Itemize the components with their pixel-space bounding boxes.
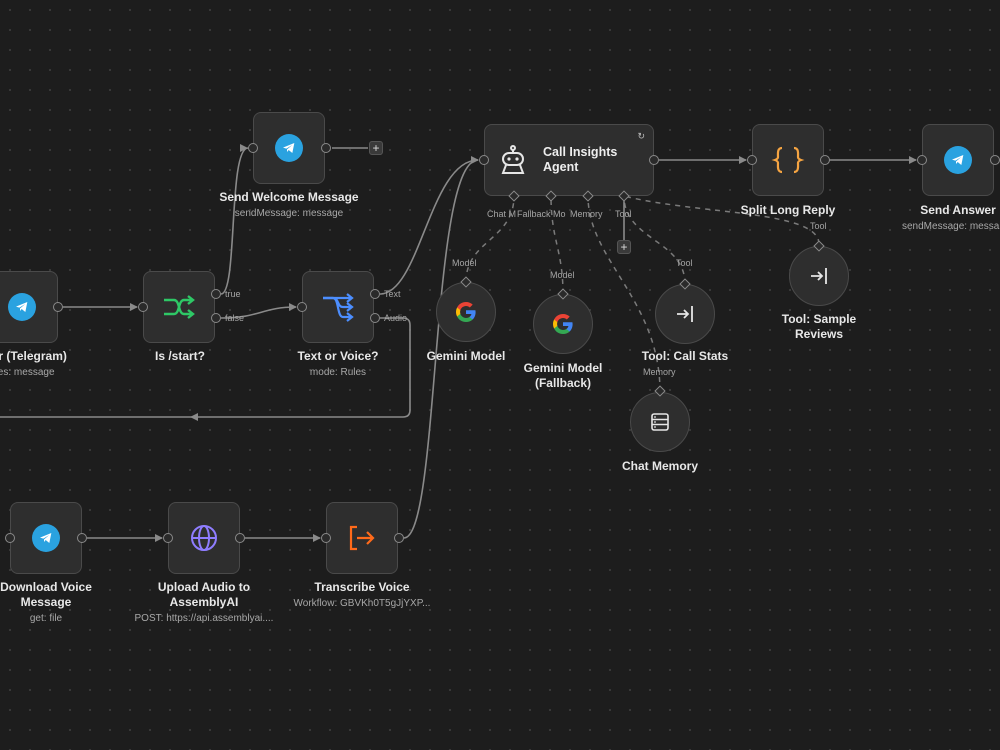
node-title: Tool: Call Stats bbox=[641, 349, 729, 363]
wire-text-agent[interactable] bbox=[379, 159, 479, 295]
node-subtitle: get: file bbox=[29, 613, 63, 624]
node-gemini-model[interactable] bbox=[436, 282, 496, 342]
node-telegram-trigger[interactable] bbox=[0, 271, 58, 343]
output-port-audio[interactable] bbox=[370, 313, 380, 323]
node-subtitle: POST: https://api.assemblyai.... bbox=[134, 613, 274, 624]
input-port[interactable] bbox=[479, 155, 489, 165]
node-transcribe-voice[interactable] bbox=[326, 502, 398, 574]
wire-true-welcome[interactable] bbox=[220, 147, 249, 295]
node-download-voice[interactable] bbox=[10, 502, 82, 574]
switch-icon bbox=[323, 293, 354, 322]
node-tool-call-stats[interactable] bbox=[655, 284, 715, 344]
port-label-memory: Memory bbox=[643, 367, 676, 377]
node-title: Call Insights Agent bbox=[543, 145, 618, 174]
output-port[interactable] bbox=[649, 155, 659, 165]
port-label-model: Model bbox=[550, 270, 575, 280]
node-subtitle: mode: Rules bbox=[309, 367, 367, 378]
node-tool-sample-reviews[interactable] bbox=[789, 246, 849, 306]
node-title: Chat Memory bbox=[621, 459, 698, 473]
output-port-false[interactable] bbox=[211, 313, 221, 323]
input-port[interactable] bbox=[297, 302, 307, 312]
tool-enter-icon bbox=[811, 268, 827, 284]
node-title: Is /start? bbox=[154, 349, 205, 363]
output-port[interactable] bbox=[990, 155, 1000, 165]
arrow-head bbox=[190, 413, 198, 421]
wire-callstats-agent[interactable] bbox=[623, 195, 686, 285]
node-title: Download Voice Message bbox=[0, 580, 92, 609]
node-title: Tool: Sample Reviews bbox=[781, 312, 857, 341]
input-port[interactable] bbox=[321, 533, 331, 543]
add-tool-button[interactable]: + bbox=[617, 240, 631, 254]
node-split-long-reply[interactable] bbox=[752, 124, 824, 196]
input-port[interactable] bbox=[248, 143, 258, 153]
node-title: Upload Audio to AssemblyAI bbox=[157, 580, 251, 609]
node-subtitle: ates: message bbox=[0, 367, 55, 378]
input-port[interactable] bbox=[917, 155, 927, 165]
port-label-tool: Tool bbox=[810, 221, 827, 231]
port-label-tool: Tool bbox=[676, 258, 693, 268]
globe-icon bbox=[191, 525, 217, 551]
input-port[interactable] bbox=[5, 533, 15, 543]
port-label-memory: Memory bbox=[570, 209, 603, 219]
node-text-or-voice[interactable] bbox=[302, 271, 374, 343]
output-label-false: false bbox=[225, 313, 245, 323]
output-port[interactable] bbox=[321, 143, 331, 153]
node-chat-memory[interactable] bbox=[630, 392, 690, 452]
node-call-insights-agent[interactable]: Call Insights Agent ↻ bbox=[484, 124, 654, 196]
arrow-head bbox=[739, 156, 747, 164]
arrow-head bbox=[130, 303, 138, 311]
tool-enter-icon bbox=[677, 306, 693, 322]
node-send-answer[interactable] bbox=[922, 124, 994, 196]
telegram-icon bbox=[32, 524, 60, 552]
google-icon bbox=[553, 314, 573, 334]
refresh-icon[interactable]: ↻ bbox=[637, 131, 645, 142]
telegram-icon bbox=[8, 293, 36, 321]
arrow-head bbox=[909, 156, 917, 164]
robot-icon bbox=[501, 145, 525, 174]
execute-workflow-icon bbox=[349, 525, 375, 551]
output-port-true[interactable] bbox=[211, 289, 221, 299]
input-port[interactable] bbox=[138, 302, 148, 312]
node-subtitle: sendMessage: messa bbox=[902, 221, 1000, 232]
output-label-true: true bbox=[225, 289, 241, 299]
arrow-head bbox=[313, 534, 321, 542]
telegram-icon bbox=[944, 146, 972, 174]
node-title: Send Welcome Message bbox=[219, 190, 359, 204]
node-subtitle: sendMessage: message bbox=[234, 208, 344, 219]
node-subtitle: Workflow: GBVKh0T5gJjYXP... bbox=[293, 598, 431, 609]
node-gemini-model-fallback[interactable] bbox=[533, 294, 593, 354]
node-upload-audio[interactable] bbox=[168, 502, 240, 574]
output-port-text[interactable] bbox=[370, 289, 380, 299]
database-icon bbox=[651, 413, 669, 431]
output-label-audio: Audio bbox=[384, 313, 408, 323]
arrow-head bbox=[289, 303, 297, 311]
output-label-text: Text bbox=[384, 289, 401, 299]
telegram-icon bbox=[275, 134, 303, 162]
node-is-start[interactable] bbox=[143, 271, 215, 343]
braces-icon bbox=[771, 146, 805, 174]
port-label-chat-model: Chat M bbox=[487, 209, 517, 219]
add-node-button[interactable]: + bbox=[369, 141, 383, 155]
port-label-fallback: Fallback Mo bbox=[517, 209, 566, 219]
input-port[interactable] bbox=[163, 533, 173, 543]
arrow-head bbox=[155, 534, 163, 542]
google-icon bbox=[456, 302, 476, 322]
workflow-canvas[interactable]: gger (Telegram) ates: message true false… bbox=[0, 0, 1000, 750]
output-port[interactable] bbox=[235, 533, 245, 543]
output-port[interactable] bbox=[53, 302, 63, 312]
port-label-tool: Tool bbox=[615, 209, 632, 219]
node-title: Transcribe Voice bbox=[314, 580, 410, 594]
output-port[interactable] bbox=[820, 155, 830, 165]
output-port[interactable] bbox=[394, 533, 404, 543]
node-title: Gemini Model (Fallback) bbox=[523, 361, 603, 390]
connections-layer bbox=[0, 144, 917, 542]
node-send-welcome[interactable] bbox=[253, 112, 325, 184]
port-label-model: Model bbox=[452, 258, 477, 268]
input-port[interactable] bbox=[747, 155, 757, 165]
node-title: Split Long Reply bbox=[740, 203, 836, 217]
node-title: Send Answer bbox=[920, 203, 996, 217]
output-port[interactable] bbox=[77, 533, 87, 543]
branch-icon bbox=[164, 295, 195, 319]
node-title: gger (Telegram) bbox=[0, 349, 67, 363]
